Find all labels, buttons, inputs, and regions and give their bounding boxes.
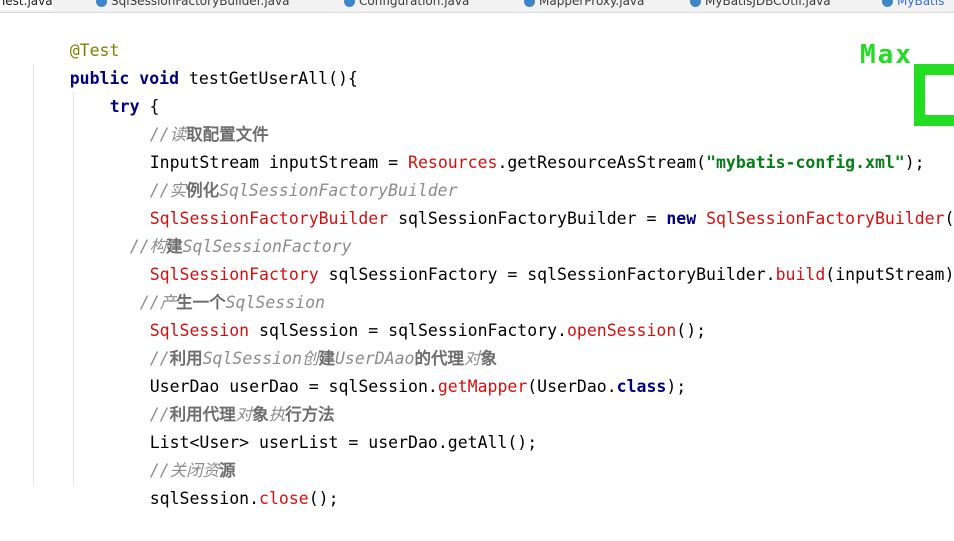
- code-comment: //利用SqlSession创建UserDAao的代理对象: [149, 349, 497, 368]
- class-icon: [882, 0, 893, 7]
- class-icon: [690, 0, 701, 7]
- method-name: testGetUserAll: [188, 69, 329, 88]
- code-line-15: List<User> userList = userDao.getAll();: [149, 433, 538, 452]
- code-line-2: public void testGetUserAll(){: [69, 69, 358, 88]
- class-icon: [524, 0, 535, 7]
- tab-mybatisjdbcutil[interactable]: MyBatisJDBCUtil.java: [690, 0, 831, 10]
- indent-guide: [73, 92, 74, 486]
- class-icon: [344, 0, 355, 7]
- code-line-11: SqlSession sqlSession = sqlSessionFactor…: [149, 321, 707, 340]
- code-comment: //读取配置文件: [149, 125, 269, 144]
- code-line-17: sqlSession.close();: [149, 489, 339, 508]
- tab-sqlsessionfactorybuilder[interactable]: SqlSessionFactoryBuilder.java: [96, 0, 289, 10]
- code-line-5: InputStream inputStream = Resources.getR…: [149, 153, 925, 172]
- overlay-bracket-shape: [914, 64, 954, 126]
- code-comment: //利用代理对象执行方法: [149, 405, 335, 424]
- code-comment: //产生一个SqlSession: [139, 293, 325, 312]
- max-overlay-text: Max: [860, 40, 913, 70]
- max-overlay-logo: Max: [860, 40, 954, 130]
- class-icon: [96, 0, 107, 7]
- code-line-3: try {: [109, 97, 160, 116]
- code-line-13: UserDao userDao = sqlSession.getMapper(U…: [149, 377, 687, 396]
- code-line-7: SqlSessionFactoryBuilder sqlSessionFacto…: [149, 209, 954, 228]
- tab-configuration[interactable]: Configuration.java: [344, 0, 469, 10]
- code-comment: //关闭资源: [149, 461, 236, 480]
- indent-guide: [33, 64, 34, 486]
- tab-mybatis[interactable]: MyBatis: [882, 0, 944, 10]
- code-comment: //构建SqlSessionFactory: [129, 237, 352, 256]
- editor-tab-bar: Test.java SqlSessionFactoryBuilder.java …: [0, 0, 954, 13]
- code-line-9: SqlSessionFactory sqlSessionFactory = sq…: [149, 265, 954, 284]
- code-line-1: @Test: [30, 9, 120, 60]
- tab-mapperproxy[interactable]: MapperProxy.java: [524, 0, 644, 10]
- code-comment: //实例化SqlSessionFactoryBuilder: [149, 181, 458, 200]
